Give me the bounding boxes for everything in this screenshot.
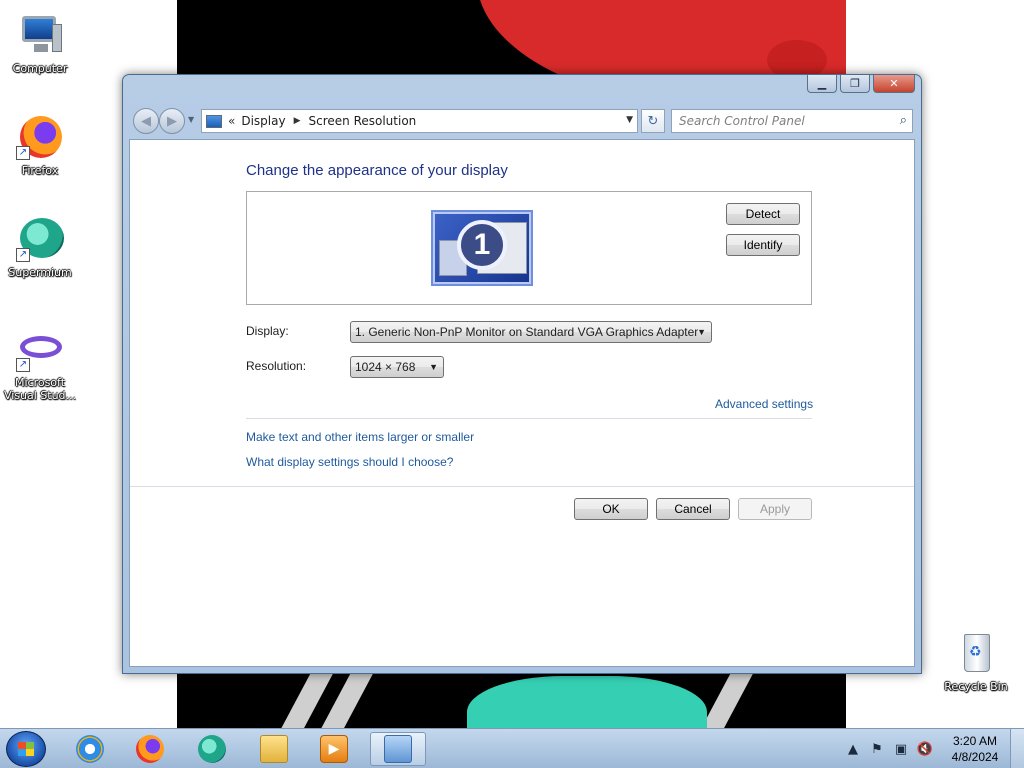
- start-button[interactable]: [6, 731, 46, 767]
- computer-icon: [16, 10, 64, 58]
- breadcrumb-separator-icon[interactable]: ▶: [294, 116, 301, 126]
- desktop-icon-recycle-bin[interactable]: ♻ Recycle Bin: [938, 628, 1014, 693]
- internet-explorer-icon: [76, 735, 104, 763]
- supermium-icon: ↗: [16, 214, 64, 262]
- desktop-icon-computer[interactable]: Computer: [2, 10, 78, 75]
- maximize-button[interactable]: ❐: [840, 75, 870, 93]
- window-content: Change the appearance of your display 1 …: [129, 139, 915, 667]
- show-hidden-icons-button[interactable]: ▲: [844, 742, 862, 757]
- visual-studio-icon: ↗: [16, 324, 64, 372]
- search-box[interactable]: ⌕: [671, 109, 913, 133]
- firefox-icon: [136, 735, 164, 763]
- chevron-down-icon: ▼: [429, 362, 438, 372]
- breadcrumb-display[interactable]: Display: [241, 114, 285, 128]
- advanced-settings-link[interactable]: Advanced settings: [715, 397, 813, 411]
- control-panel-icon: [206, 114, 222, 128]
- cancel-button[interactable]: Cancel: [656, 498, 730, 520]
- desktop-icon-label: Microsoft Visual Stud...: [3, 376, 77, 402]
- search-input[interactable]: [679, 114, 879, 128]
- minimize-button[interactable]: ▁: [807, 75, 837, 93]
- control-panel-icon: [384, 735, 412, 763]
- show-desktop-button[interactable]: [1010, 729, 1024, 768]
- resolution-label: Resolution:: [246, 359, 307, 373]
- display-select[interactable]: 1. Generic Non-PnP Monitor on Standard V…: [350, 321, 712, 343]
- desktop-icon-label: Firefox: [21, 164, 59, 177]
- network-icon[interactable]: ▣: [892, 742, 910, 757]
- address-bar[interactable]: « Display ▶ Screen Resolution ▼: [201, 109, 638, 133]
- breadcrumb-overflow[interactable]: «: [228, 114, 235, 128]
- taskbar-explorer[interactable]: [246, 732, 302, 766]
- detect-button[interactable]: Detect: [726, 203, 800, 225]
- caption-buttons: ▁ ❐ ✕: [804, 75, 915, 95]
- desktop-icon-label: Recycle Bin: [944, 680, 1008, 693]
- volume-muted-icon[interactable]: 🔇: [916, 742, 934, 757]
- taskbar-internet-explorer[interactable]: [62, 732, 118, 766]
- resolution-select[interactable]: 1024 × 768 ▼: [350, 356, 444, 378]
- page-title: Change the appearance of your display: [246, 162, 508, 179]
- display-help-link[interactable]: What display settings should I choose?: [246, 455, 453, 469]
- chevron-down-icon: ▼: [697, 327, 706, 337]
- shortcut-arrow-icon: ↗: [16, 146, 30, 160]
- desktop-icon-label: Supermium: [8, 266, 72, 279]
- display-select-value: 1. Generic Non-PnP Monitor on Standard V…: [355, 325, 699, 339]
- monitor-thumbnail[interactable]: 1: [431, 210, 533, 286]
- display-label: Display:: [246, 324, 289, 338]
- refresh-icon: ↻: [647, 113, 659, 129]
- back-button[interactable]: ◀: [133, 108, 159, 134]
- desktop-icon-supermium[interactable]: ↗ Supermium: [2, 214, 78, 279]
- wallpaper-cyan-shape: [467, 676, 707, 728]
- clock[interactable]: 3:20 AM 4/8/2024: [940, 733, 1010, 765]
- media-player-icon: ▶: [320, 735, 348, 763]
- ok-button[interactable]: OK: [574, 498, 648, 520]
- clock-date: 4/8/2024: [951, 750, 999, 764]
- explorer-folder-icon: [260, 735, 288, 763]
- action-center-flag-icon[interactable]: ⚑: [868, 742, 886, 757]
- desktop-icon-visual-studio[interactable]: ↗ Microsoft Visual Stud...: [2, 324, 78, 402]
- mouse-cursor-icon: [1018, 360, 1024, 378]
- text-size-link[interactable]: Make text and other items larger or smal…: [246, 430, 474, 444]
- refresh-button[interactable]: ↻: [641, 109, 665, 133]
- taskbar-firefox[interactable]: [122, 732, 178, 766]
- taskbar-supermium[interactable]: [184, 732, 240, 766]
- forward-arrow-icon: ▶: [167, 113, 177, 129]
- desktop-icon-firefox[interactable]: ↗ Firefox: [2, 112, 78, 177]
- close-button[interactable]: ✕: [873, 75, 915, 93]
- apply-button[interactable]: Apply: [738, 498, 812, 520]
- recent-pages-dropdown[interactable]: ▼: [188, 115, 194, 124]
- navigation-bar: ◀ ▶ ▼ « Display ▶ Screen Resolution ▼ ↻ …: [131, 107, 913, 134]
- resolution-select-value: 1024 × 768: [355, 360, 416, 374]
- screen-resolution-window[interactable]: ▁ ❐ ✕ ◀ ▶ ▼ « Display ▶ Screen Resolutio…: [122, 74, 922, 674]
- firefox-icon: ↗: [16, 112, 64, 160]
- forward-button[interactable]: ▶: [159, 108, 185, 134]
- shortcut-arrow-icon: ↗: [16, 358, 30, 372]
- monitor-number-badge: 1: [457, 220, 507, 270]
- taskbar-control-panel[interactable]: [370, 732, 426, 766]
- address-dropdown-icon[interactable]: ▼: [626, 115, 633, 125]
- breadcrumb-screen-resolution[interactable]: Screen Resolution: [309, 114, 417, 128]
- shortcut-arrow-icon: ↗: [16, 248, 30, 262]
- desktop-icon-label: Computer: [12, 62, 68, 75]
- back-arrow-icon: ◀: [141, 113, 151, 129]
- recycle-bin-icon: ♻: [952, 628, 1000, 676]
- divider: [246, 418, 812, 419]
- search-icon[interactable]: ⌕: [900, 113, 907, 128]
- taskbar-media-player[interactable]: ▶: [306, 732, 362, 766]
- clock-time: 3:20 AM: [952, 734, 998, 748]
- monitor-preview-area: 1 Detect Identify: [246, 191, 812, 305]
- supermium-icon: [198, 735, 226, 763]
- divider: [130, 486, 914, 487]
- taskbar: ▶ ▲ ⚑ ▣ 🔇 3:20 AM 4/8/2024: [0, 728, 1024, 768]
- system-tray: ▲ ⚑ ▣ 🔇 3:20 AM 4/8/2024: [844, 729, 1024, 768]
- identify-button[interactable]: Identify: [726, 234, 800, 256]
